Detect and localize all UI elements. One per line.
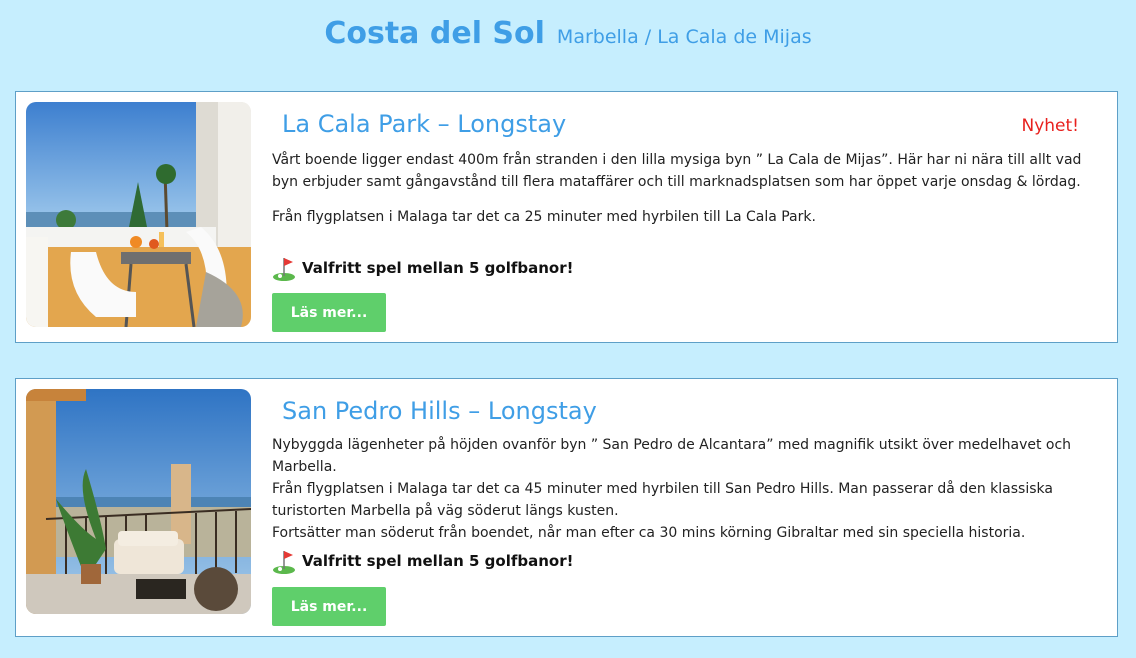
listing-title[interactable]: San Pedro Hills – Longstay: [282, 397, 597, 425]
read-more-button[interactable]: Läs mer...: [272, 293, 386, 332]
page-header: Costa del Sol Marbella / La Cala de Mija…: [0, 16, 1136, 51]
read-more-button[interactable]: Läs mer...: [272, 587, 386, 626]
balcony-photo: [26, 102, 251, 327]
listing-description: Vårt boende ligger endast 400m från stra…: [272, 149, 1092, 228]
listing-photo[interactable]: [26, 102, 251, 327]
page-title: Costa del Sol: [324, 16, 545, 51]
description-paragraph: Fortsätter man söderut från boendet, når…: [272, 525, 1026, 541]
listing-photo[interactable]: [26, 389, 251, 614]
new-badge: Nyhet!: [1021, 116, 1080, 136]
golf-feature: Valfritt spel mellan 5 golfbanor!: [272, 254, 573, 282]
listing-description: Nybyggda lägenheter på höjden ovanför by…: [272, 434, 1092, 544]
listing-card-la-cala-park: La Cala Park – Longstay Nyhet! Vårt boen…: [15, 91, 1118, 343]
golf-text: Valfritt spel mellan 5 golfbanor!: [302, 552, 574, 570]
description-paragraph: Från flygplatsen i Malaga tar det ca 45 …: [272, 481, 1053, 519]
golf-text: Valfritt spel mellan 5 golfbanor!: [302, 259, 574, 277]
listing-title[interactable]: La Cala Park – Longstay: [282, 110, 566, 138]
description-paragraph: Vårt boende ligger endast 400m från stra…: [272, 152, 1082, 190]
listing-card-san-pedro-hills: San Pedro Hills – Longstay Nybyggda läge…: [15, 378, 1118, 637]
description-paragraph: Nybyggda lägenheter på höjden ovanför by…: [272, 437, 1072, 475]
page-subtitle: Marbella / La Cala de Mijas: [556, 26, 812, 48]
golf-feature: Valfritt spel mellan 5 golfbanor!: [272, 547, 573, 575]
golf-flag-icon: [273, 551, 295, 574]
terrace-photo: [26, 389, 251, 614]
description-paragraph: Från flygplatsen i Malaga tar det ca 25 …: [272, 209, 816, 225]
golf-flag-icon: [273, 258, 295, 281]
